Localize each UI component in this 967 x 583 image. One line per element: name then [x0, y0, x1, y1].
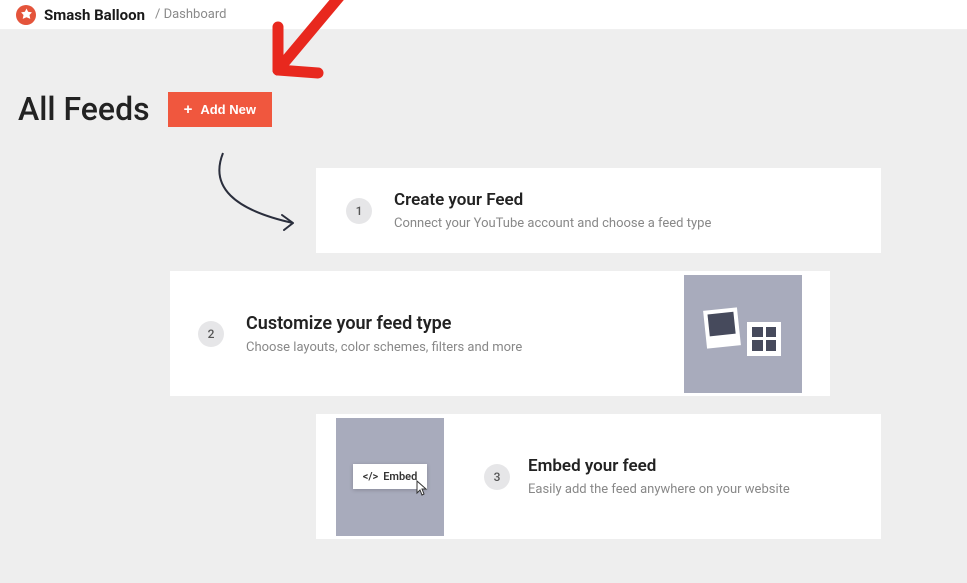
step-number: 1: [346, 198, 372, 224]
step-text: Embed your feed Easily add the feed anyw…: [528, 456, 861, 497]
step-number: 2: [198, 321, 224, 347]
step-text: Customize your feed type Choose layouts,…: [246, 313, 664, 355]
step-desc: Easily add the feed anywhere on your web…: [528, 482, 861, 497]
step-card-2: 2 Customize your feed type Choose layout…: [170, 271, 830, 396]
title-row: All Feeds + Add New: [18, 90, 949, 128]
brand-logo-icon: [16, 5, 36, 25]
grid-icon: [747, 322, 781, 356]
app-header: Smash Balloon / Dashboard: [0, 0, 967, 30]
steps-container: 1 Create your Feed Connect your YouTube …: [18, 168, 949, 539]
customize-graphic: [684, 275, 802, 393]
brand-name: Smash Balloon: [44, 6, 145, 24]
plus-icon: +: [184, 102, 193, 117]
curve-arrow-icon: [198, 148, 308, 238]
breadcrumb: / Dashboard: [155, 7, 226, 22]
embed-graphic: </> Embed: [336, 418, 444, 536]
step-title: Create your Feed: [394, 190, 851, 210]
page-title: All Feeds: [18, 90, 150, 128]
add-new-label: Add New: [200, 102, 256, 117]
step-number: 3: [484, 464, 510, 490]
step-text: Create your Feed Connect your YouTube ac…: [394, 190, 851, 231]
main-content: All Feeds + Add New 1 Create your Feed C…: [0, 30, 967, 539]
step-desc: Choose layouts, color schemes, filters a…: [246, 340, 664, 355]
step-title: Customize your feed type: [246, 313, 664, 334]
step-title: Embed your feed: [528, 456, 861, 476]
embed-chip-label: Embed: [383, 470, 417, 483]
cursor-icon: [414, 480, 430, 498]
step-desc: Connect your YouTube account and choose …: [394, 216, 851, 231]
add-new-button[interactable]: + Add New: [168, 92, 272, 127]
code-icon: </>: [363, 470, 379, 483]
polaroid-icon: [703, 307, 741, 348]
step-card-1: 1 Create your Feed Connect your YouTube …: [316, 168, 881, 253]
step-card-3: </> Embed 3 Embed your feed Easily add t…: [316, 414, 881, 539]
